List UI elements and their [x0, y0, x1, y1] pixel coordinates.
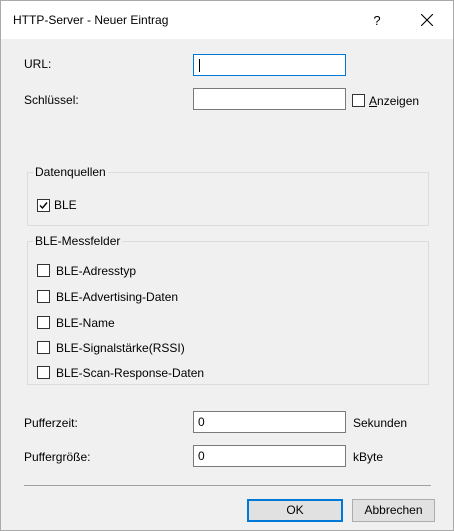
ble-scan-response-checkbox[interactable]	[37, 366, 50, 379]
ble-address-type-checkbox[interactable]	[37, 264, 50, 277]
help-button[interactable]: ?	[357, 1, 397, 39]
title-bar: HTTP-Server - Neuer Eintrag ?	[1, 1, 453, 39]
show-key-label-rest: nzeigen	[377, 94, 420, 108]
ble-fields-group	[27, 241, 429, 385]
ble-name-checkbox[interactable]	[37, 316, 50, 329]
close-icon	[421, 14, 433, 26]
ble-name-label: BLE-Name	[56, 316, 115, 330]
button-separator	[24, 485, 431, 486]
ble-address-type-label: BLE-Adresstyp	[56, 264, 137, 278]
ble-advertising-data-label: BLE-Advertising-Daten	[56, 290, 179, 304]
ble-rssi-checkbox[interactable]	[37, 341, 50, 354]
show-key-checkbox[interactable]	[352, 94, 365, 107]
url-input[interactable]	[193, 54, 346, 76]
window-title: HTTP-Server - Neuer Eintrag	[13, 13, 169, 27]
buffer-time-input[interactable]: 0	[193, 411, 346, 433]
buffer-time-value: 0	[198, 415, 205, 429]
close-button[interactable]	[401, 1, 453, 39]
checkmark-icon	[39, 202, 48, 210]
buffer-size-unit: kByte	[353, 450, 384, 464]
ble-datasource-label: BLE	[54, 198, 77, 212]
buffer-size-input[interactable]: 0	[193, 445, 346, 467]
datasources-group-title: Datenquellen	[33, 165, 108, 179]
ble-rssi-label: BLE-Signalstärke(RSSI)	[56, 341, 185, 355]
ble-datasource-checkbox[interactable]	[37, 199, 50, 212]
buffer-size-label: Puffergröße:	[24, 450, 91, 464]
dialog-window: HTTP-Server - Neuer Eintrag ? URL: Schlü…	[0, 0, 454, 531]
buffer-size-value: 0	[198, 449, 205, 463]
ble-advertising-data-checkbox[interactable]	[37, 290, 50, 303]
datasources-group	[27, 172, 429, 226]
ble-fields-group-title: BLE-Messfelder	[33, 234, 123, 248]
show-key-accelerator: A	[369, 94, 378, 108]
show-key-label: Anzeigen	[369, 94, 419, 108]
key-input[interactable]	[193, 88, 346, 110]
url-label: URL:	[24, 57, 52, 71]
buffer-time-label: Pufferzeit:	[24, 416, 78, 430]
buffer-time-unit: Sekunden	[353, 416, 408, 430]
cancel-button[interactable]: Abbrechen	[352, 499, 435, 522]
ble-scan-response-label: BLE-Scan-Response-Daten	[56, 366, 205, 380]
text-caret	[199, 59, 200, 72]
ok-button[interactable]: OK	[247, 499, 343, 522]
key-label: Schlüssel:	[24, 93, 79, 107]
